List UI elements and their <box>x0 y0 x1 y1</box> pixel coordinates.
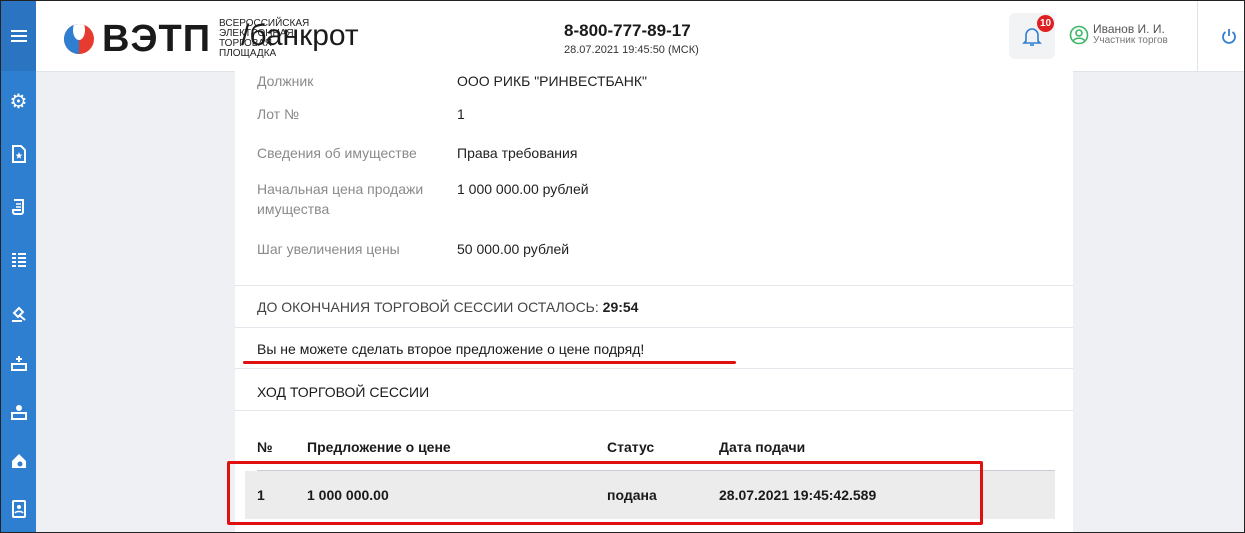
session-time-left-value: 29:54 <box>602 299 639 315</box>
session-time-left-label: ДО ОКОНЧАНИЯ ТОРГОВОЙ СЕССИИ ОСТАЛОСЬ: <box>257 299 599 315</box>
support-phone: 8-800-777-89-17 <box>564 21 691 40</box>
price-step-value: 50 000.00 рублей <box>457 241 570 257</box>
hamburger-menu-button[interactable] <box>1 1 36 71</box>
sidebar-item-list[interactable] <box>1 242 36 278</box>
lot-number-value: 1 <box>457 106 465 122</box>
list-icon <box>11 253 26 267</box>
user-name: Иванов И. И. <box>1093 22 1165 36</box>
user-profile[interactable]: Иванов И. И. Участник торгов <box>1069 23 1168 47</box>
hamburger-icon <box>10 30 27 42</box>
bid-icon <box>10 405 27 420</box>
logout-power-icon[interactable] <box>1221 28 1237 44</box>
start-price-label: Начальная цена продажи имущества <box>257 181 424 217</box>
gavel-icon <box>11 306 26 322</box>
sidebar-item-settings[interactable]: ⚙ <box>1 83 36 119</box>
bids-table-header: № Предложение о цене Статус Дата подачи <box>257 439 1055 461</box>
annotation-underline <box>243 361 736 364</box>
sidebar-item-documents[interactable] <box>1 136 36 172</box>
add-bid-icon <box>10 356 27 371</box>
sidebar-item-auctions[interactable] <box>1 296 36 332</box>
logo-wordmark: ВЭТП <box>102 18 212 60</box>
property-label: Сведения об имуществе <box>257 145 417 161</box>
divider <box>235 410 1073 411</box>
settings-gear-icon: ⚙ <box>9 90 28 113</box>
user-avatar-icon <box>1069 25 1089 45</box>
house-icon <box>11 454 26 468</box>
property-value: Права требования <box>457 145 578 161</box>
section-title: /банкрот <box>241 19 359 52</box>
app-frame: ⚙ ВЭТП ВСЕРОССИЙСКАЯ ЭЛЕКТРОННАЯ ТОРГОВА… <box>0 0 1245 533</box>
sidebar-item-registry[interactable] <box>1 189 36 225</box>
col-status: Статус <box>607 439 655 455</box>
contacts-icon <box>11 500 26 518</box>
col-date: Дата подачи <box>719 439 806 455</box>
server-datetime: 28.07.2021 19:45:50 (МСК) <box>564 44 699 56</box>
top-header: ВЭТП ВСЕРОССИЙСКАЯ ЭЛЕКТРОННАЯ ТОРГОВАЯ … <box>36 1 1244 72</box>
divider <box>235 285 1073 286</box>
sidebar-item-new-bid[interactable] <box>1 345 36 381</box>
col-number: № <box>257 439 273 455</box>
session-time-left: ДО ОКОНЧАНИЯ ТОРГОВОЙ СЕССИИ ОСТАЛОСЬ: 2… <box>257 299 638 315</box>
sidebar-item-contacts[interactable] <box>1 491 36 527</box>
debtor-value: ООО РИКБ "РИНВЕСТБАНК" <box>457 73 647 89</box>
divider <box>235 327 1073 328</box>
debtor-label: Должник <box>257 73 314 89</box>
session-progress-title: ХОД ТОРГОВОЙ СЕССИИ <box>257 384 430 400</box>
divider <box>235 368 1073 369</box>
user-role: Участник торгов <box>1093 35 1168 46</box>
scroll-icon <box>11 199 24 215</box>
bid-warning-message: Вы не можете сделать второе предложение … <box>257 341 645 357</box>
lot-number-label: Лот № <box>257 106 299 122</box>
sidebar: ⚙ <box>1 1 36 532</box>
col-price: Предложение о цене <box>307 439 451 455</box>
header-divider <box>1197 1 1198 71</box>
start-price-value: 1 000 000.00 рублей <box>457 181 589 197</box>
notifications-button[interactable]: 10 <box>1009 13 1055 59</box>
sidebar-item-bids[interactable] <box>1 394 36 430</box>
document-star-icon <box>11 145 26 163</box>
price-step-label: Шаг увеличения цены <box>257 241 400 257</box>
annotation-highlight-box <box>227 461 983 525</box>
logo-mark-icon <box>64 24 94 54</box>
notifications-badge: 10 <box>1037 15 1054 32</box>
sidebar-item-property[interactable] <box>1 443 36 479</box>
